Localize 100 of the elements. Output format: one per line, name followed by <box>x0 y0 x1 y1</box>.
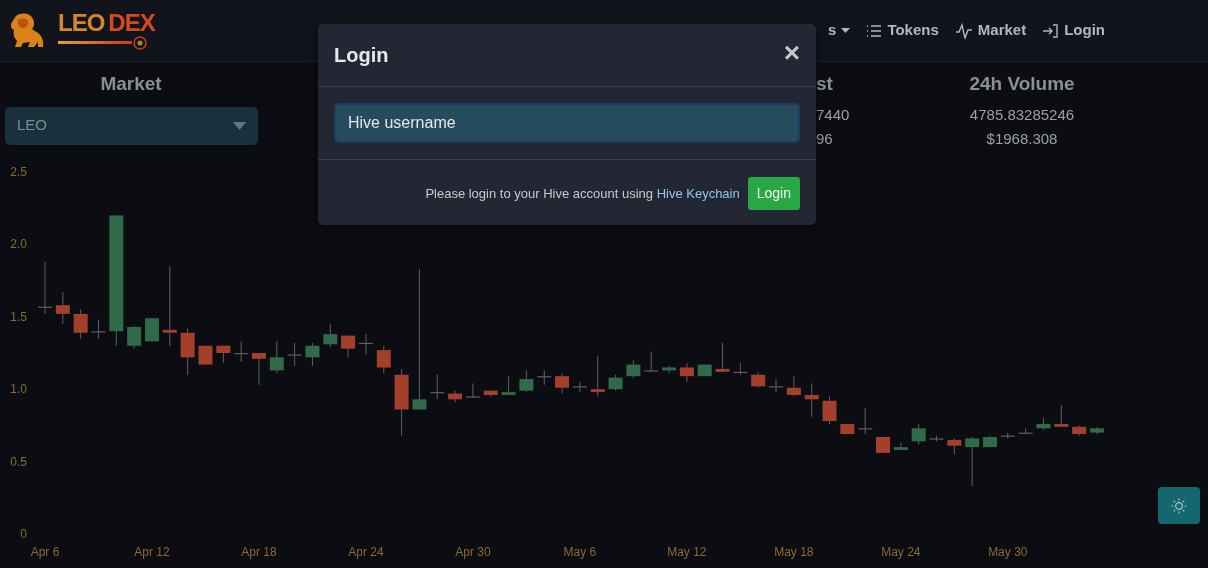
column-title: st <box>816 72 834 96</box>
candlestick <box>715 341 730 372</box>
candlestick <box>769 378 784 393</box>
caret-icon <box>233 121 246 130</box>
candlestick <box>697 363 712 377</box>
candlestick <box>519 369 534 393</box>
candlestick <box>501 375 516 395</box>
market-select[interactable]: LEO <box>5 106 258 145</box>
candlestick <box>679 362 694 382</box>
candlestick <box>55 291 70 325</box>
candlestick <box>1018 427 1033 435</box>
candlestick <box>840 422 855 435</box>
candlestick <box>876 436 890 453</box>
candlestick <box>804 382 819 417</box>
candlestick <box>822 395 837 424</box>
candlestick <box>198 344 213 365</box>
axis-label: 0.5 <box>10 454 27 469</box>
axis-label: 2.5 <box>10 164 27 179</box>
candlestick <box>287 341 302 367</box>
candlestick <box>448 389 463 403</box>
candlestick <box>73 308 88 339</box>
axis-label: Apr 18 <box>241 544 277 559</box>
axis-label: 1.0 <box>10 381 27 396</box>
candlestick <box>38 260 52 314</box>
axis-label: 2.0 <box>10 236 27 251</box>
candlestick <box>786 375 801 397</box>
axis-label: May 30 <box>988 544 1028 559</box>
caret-icon <box>841 27 851 34</box>
candlestick <box>145 317 159 342</box>
stat-value: 4785.83285246 <box>969 104 1075 125</box>
candlestick <box>751 370 766 388</box>
candlestick <box>947 437 962 455</box>
candlestick <box>430 373 445 400</box>
axis-label: May 18 <box>774 544 814 559</box>
axis-label: May 24 <box>881 544 921 559</box>
column-title: 24h Volume <box>968 72 1076 96</box>
candlestick <box>644 350 659 372</box>
close-button[interactable]: × <box>783 39 800 71</box>
axis-label: Apr 30 <box>455 544 491 559</box>
candlestick <box>305 341 320 367</box>
nav-link[interactable]: Login <box>1042 15 1105 46</box>
candlestick <box>358 333 373 355</box>
candlestick <box>1036 417 1051 430</box>
axis-label: Apr 24 <box>348 544 384 559</box>
candlestick <box>1000 431 1015 439</box>
candlestick <box>180 327 195 375</box>
candlestick <box>572 380 587 393</box>
stat-value: $1968.308 <box>986 128 1058 149</box>
nav-link[interactable]: s <box>828 15 851 46</box>
candlestick <box>323 323 338 348</box>
candlestick <box>733 362 748 375</box>
candlestick <box>216 344 231 364</box>
candlestick <box>1054 404 1069 427</box>
nav-link[interactable]: Market <box>954 15 1027 46</box>
login-icon <box>1042 22 1060 39</box>
candlestick <box>251 352 266 385</box>
candlestick <box>376 344 391 374</box>
pulse-icon <box>954 22 973 39</box>
candlestick <box>590 354 605 397</box>
axis-label: May 12 <box>667 544 707 559</box>
candlestick <box>965 436 980 487</box>
candlestick <box>555 372 570 394</box>
candlestick <box>91 318 106 339</box>
list-icon <box>866 23 883 38</box>
axis-label: 0 <box>20 526 27 541</box>
candlestick <box>626 359 641 378</box>
candlestick <box>1089 425 1104 435</box>
logo-underline-icon <box>58 34 148 51</box>
candlestick <box>1072 424 1087 436</box>
candlestick <box>858 407 873 435</box>
keychain-link[interactable]: Hive Keychain <box>656 185 740 201</box>
theme-toggle-button[interactable] <box>1158 487 1200 524</box>
candlestick <box>911 422 926 445</box>
username-field[interactable]: Hive username <box>334 103 800 143</box>
column-title: Market <box>99 72 163 96</box>
candlestick <box>483 389 498 397</box>
candlestick <box>537 369 552 385</box>
candlestick <box>234 340 249 362</box>
logo-text: DEX <box>108 10 155 35</box>
axis-label: Apr 6 <box>30 544 60 559</box>
candlestick <box>608 373 623 391</box>
candlestick <box>341 334 356 358</box>
logo-text: LEO <box>58 10 105 35</box>
login-message: Please login to your Hive account using Hive Keychain <box>425 184 740 203</box>
candlestick <box>929 434 944 442</box>
axis-label: May 6 <box>563 544 597 559</box>
candlestick <box>983 434 997 448</box>
nav-link[interactable]: Tokens <box>866 15 939 46</box>
candlestick <box>662 365 677 374</box>
dialog-title: Login <box>334 43 389 68</box>
candlestick <box>127 324 142 349</box>
axis-label: 1.5 <box>10 309 27 324</box>
stat-value: 96 <box>816 128 834 149</box>
axis-label: Apr 12 <box>134 544 170 559</box>
stat-value: 7440 <box>816 104 851 125</box>
candlestick <box>269 340 284 374</box>
sun-icon <box>1171 497 1187 514</box>
candlestick <box>394 367 409 436</box>
candlestick <box>465 382 480 398</box>
candlestick <box>893 441 908 450</box>
